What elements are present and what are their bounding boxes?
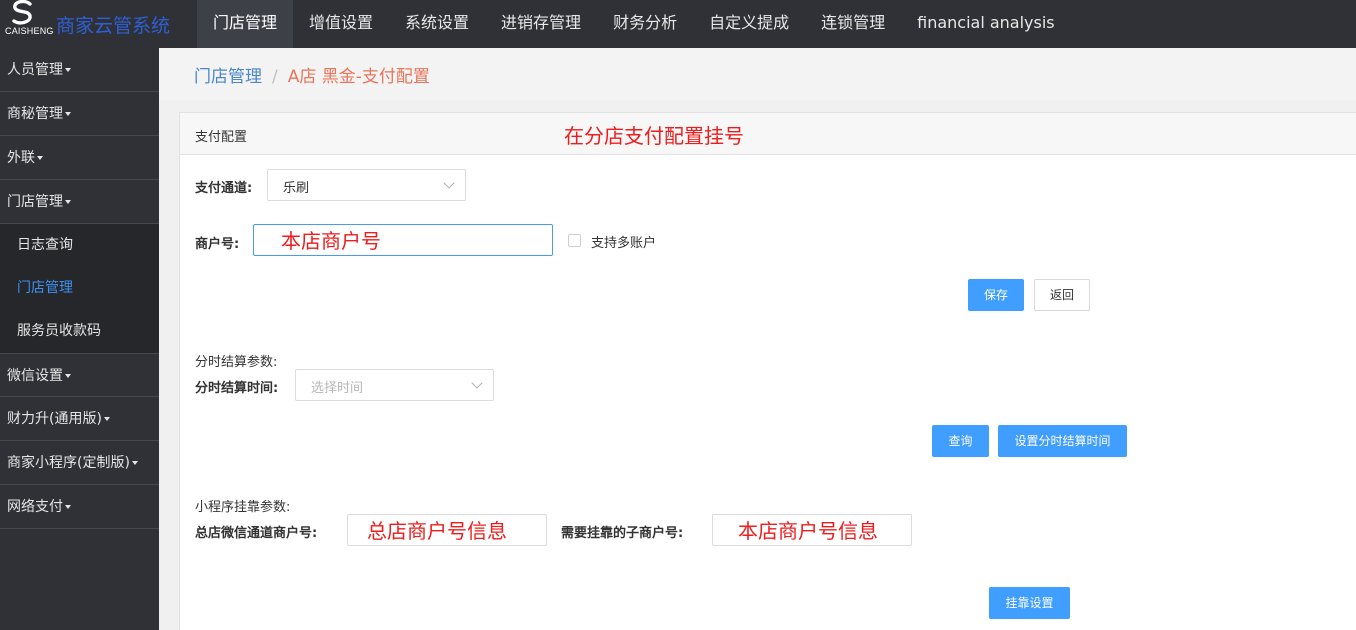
sub-merchant-value: 本店商户号信息	[738, 519, 878, 543]
brand-subtitle: CAISHENG	[5, 26, 54, 36]
breadcrumb-separator: /	[272, 67, 278, 87]
sidebar-submenu: 日志查询 门店管理 服务员收款码	[0, 224, 159, 353]
caret-down-icon	[65, 374, 71, 378]
sidebar-item-store-management[interactable]: 门店管理	[0, 180, 159, 224]
caret-down-icon	[65, 200, 71, 204]
nav-system-settings[interactable]: 系统设置	[389, 0, 485, 48]
merchant-input-value: 本店商户号	[281, 229, 381, 253]
panel-title: 支付配置	[195, 130, 248, 145]
chevron-down-icon	[471, 377, 483, 389]
sidebar-item-cailisheng[interactable]: 财力升(通用版)	[0, 397, 159, 441]
sidebar: 人员管理 商秘管理 外联 门店管理 日志查询 门店管理 服务员收款码 微信设置 …	[0, 48, 159, 630]
breadcrumb-root[interactable]: 门店管理	[194, 67, 262, 87]
caret-down-icon	[37, 156, 43, 160]
caisheng-logo-icon	[12, 0, 32, 25]
sub-merchant-input[interactable]: 本店商户号信息	[712, 514, 912, 546]
breadcrumb: 门店管理 / A店 黑金-支付配置	[194, 62, 430, 87]
caret-down-icon	[65, 112, 71, 116]
brand[interactable]: CAISHENG 商家云管系统	[0, 0, 190, 48]
chevron-down-icon	[443, 177, 455, 189]
caret-down-icon	[103, 417, 110, 421]
sub-merchant-label: 需要挂靠的子商户号:	[561, 526, 684, 541]
mini-program-title: 小程序挂靠参数:	[195, 500, 291, 515]
hq-merchant-value: 总店商户号信息	[367, 519, 507, 543]
merchant-label: 商户号:	[195, 237, 240, 252]
caret-down-icon	[65, 68, 71, 72]
payment-config-panel: 支付配置 在分店支付配置挂号 支付通道: 乐刷 商户号: 本店商户号 支持多账户…	[179, 112, 1356, 630]
sidebar-item-miniprogram[interactable]: 商家小程序(定制版)	[0, 441, 159, 485]
nav-inventory-management[interactable]: 进销存管理	[485, 0, 597, 48]
nav-custom-commission[interactable]: 自定义提成	[693, 0, 805, 48]
sidebar-item-online-payment[interactable]: 网络支付	[0, 485, 159, 529]
brand-title: 商家云管系统	[56, 15, 171, 37]
breadcrumb-current: A店 黑金-支付配置	[287, 67, 430, 87]
channel-select[interactable]: 乐刷	[267, 169, 466, 201]
sidebar-sub-waiter-qrcode[interactable]: 服务员收款码	[0, 310, 159, 353]
channel-select-value: 乐刷	[283, 181, 310, 196]
set-timed-settlement-button[interactable]: 设置分时结算时间	[998, 425, 1127, 457]
channel-label: 支付通道:	[195, 181, 253, 196]
nav-value-added-settings[interactable]: 增值设置	[293, 0, 389, 48]
sidebar-item-external[interactable]: 外联	[0, 136, 159, 180]
multi-account-label: 支持多账户	[591, 236, 657, 251]
main-nav: 门店管理 增值设置 系统设置 进销存管理 财务分析 自定义提成 连锁管理 fin…	[197, 0, 1071, 48]
breadcrumb-bar: 门店管理 / A店 黑金-支付配置	[159, 48, 1356, 100]
nav-financial-analysis-en[interactable]: financial analysis	[901, 0, 1071, 48]
hq-merchant-label: 总店微信通道商户号:	[195, 526, 318, 541]
caret-down-icon	[131, 461, 138, 465]
top-navbar: CAISHENG 商家云管系统 门店管理 增值设置 系统设置 进销存管理 财务分…	[0, 0, 1356, 48]
back-button[interactable]: 返回	[1034, 279, 1090, 311]
nav-financial-analysis[interactable]: 财务分析	[597, 0, 693, 48]
sidebar-item-secretary[interactable]: 商秘管理	[0, 92, 159, 136]
sidebar-sub-store-management[interactable]: 门店管理	[0, 267, 159, 310]
timed-settlement-title: 分时结算参数:	[195, 355, 278, 370]
nav-chain-management[interactable]: 连锁管理	[805, 0, 901, 48]
timed-settlement-label: 分时结算时间:	[195, 381, 279, 396]
sidebar-item-staff[interactable]: 人员管理	[0, 48, 159, 92]
multi-account-checkbox[interactable]	[568, 234, 581, 247]
merchant-input[interactable]: 本店商户号	[253, 224, 553, 256]
sidebar-item-wechat-settings[interactable]: 微信设置	[0, 353, 159, 397]
hq-merchant-input[interactable]: 总店商户号信息	[347, 514, 547, 546]
query-button[interactable]: 查询	[932, 425, 989, 457]
annotation-text: 在分店支付配置挂号	[564, 124, 744, 148]
panel-header: 支付配置 在分店支付配置挂号	[180, 113, 1356, 155]
attach-settings-button[interactable]: 挂靠设置	[989, 587, 1070, 619]
timed-settlement-placeholder: 选择时间	[311, 381, 364, 396]
timed-settlement-select[interactable]: 选择时间	[295, 369, 494, 401]
sidebar-sub-log-query[interactable]: 日志查询	[0, 224, 159, 267]
save-button[interactable]: 保存	[968, 279, 1024, 311]
caret-down-icon	[65, 505, 71, 509]
nav-store-management[interactable]: 门店管理	[197, 0, 294, 48]
